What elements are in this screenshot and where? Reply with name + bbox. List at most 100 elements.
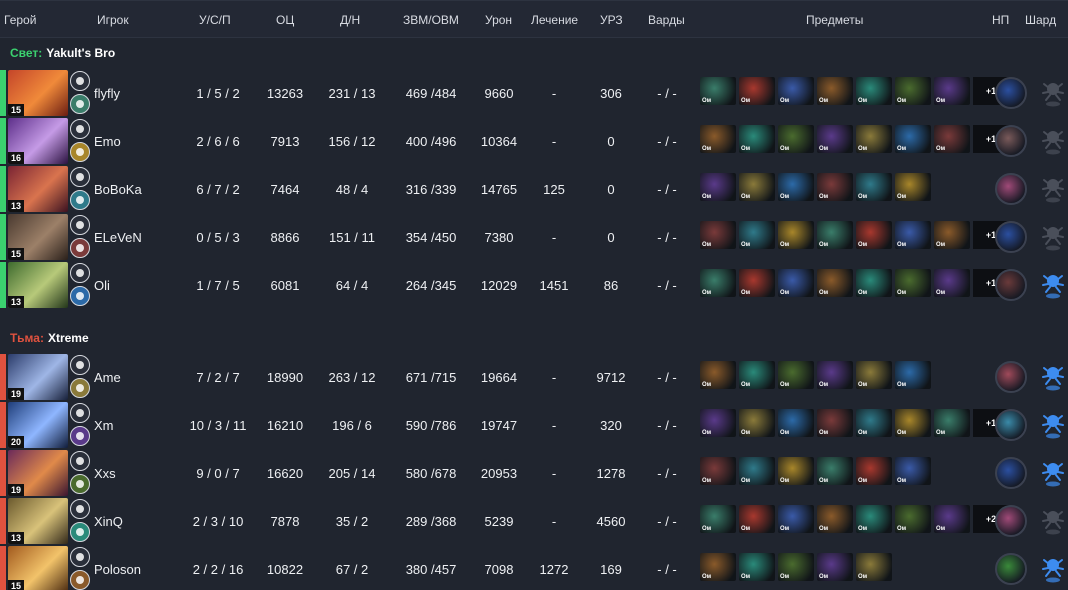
item-icon[interactable] bbox=[739, 361, 775, 389]
item-icon[interactable] bbox=[817, 125, 853, 153]
hero-portrait[interactable]: 13 bbox=[8, 262, 68, 308]
talent-icon[interactable] bbox=[70, 238, 90, 258]
item-icon[interactable] bbox=[739, 221, 775, 249]
player-name[interactable]: ELeVeN bbox=[94, 230, 142, 245]
aghanims-shard-icon[interactable] bbox=[1040, 174, 1066, 204]
aghanims-shard-icon[interactable] bbox=[1040, 222, 1066, 252]
item-icon[interactable] bbox=[700, 269, 736, 297]
item-icon[interactable] bbox=[739, 269, 775, 297]
item-icon[interactable] bbox=[817, 409, 853, 437]
item-icon[interactable] bbox=[739, 125, 775, 153]
item-icon[interactable] bbox=[739, 505, 775, 533]
col-heal[interactable]: Лечение bbox=[531, 13, 578, 27]
neutral-item-icon[interactable] bbox=[995, 125, 1027, 157]
facet-icon[interactable] bbox=[70, 451, 90, 471]
hero-portrait[interactable]: 19 bbox=[8, 450, 68, 496]
player-name[interactable]: XinQ bbox=[94, 514, 123, 529]
hero-portrait[interactable]: 15 bbox=[8, 70, 68, 116]
item-icon[interactable] bbox=[778, 125, 814, 153]
item-icon[interactable] bbox=[856, 125, 892, 153]
table-row[interactable]: 19 Xxs 9 / 0 / 7 16620 205 / 14 580 /678… bbox=[0, 450, 1068, 496]
talent-icon[interactable] bbox=[70, 378, 90, 398]
hero-portrait[interactable]: 16 bbox=[8, 118, 68, 164]
aghanims-shard-icon[interactable] bbox=[1040, 270, 1066, 300]
item-icon[interactable] bbox=[895, 173, 931, 201]
neutral-item-icon[interactable] bbox=[995, 457, 1027, 489]
col-player[interactable]: Игрок bbox=[97, 13, 129, 27]
player-name[interactable]: Xm bbox=[94, 418, 114, 433]
item-icon[interactable] bbox=[739, 173, 775, 201]
item-icon[interactable] bbox=[817, 361, 853, 389]
item-icon[interactable] bbox=[778, 409, 814, 437]
aghanims-shard-icon[interactable] bbox=[1040, 410, 1066, 440]
facet-icon[interactable] bbox=[70, 263, 90, 283]
item-icon[interactable] bbox=[934, 505, 970, 533]
aghanims-shard-icon[interactable] bbox=[1040, 554, 1066, 584]
item-icon[interactable] bbox=[856, 173, 892, 201]
item-icon[interactable] bbox=[700, 125, 736, 153]
aghanims-shard-icon[interactable] bbox=[1040, 506, 1066, 536]
hero-portrait[interactable]: 15 bbox=[8, 546, 68, 590]
item-icon[interactable] bbox=[739, 77, 775, 105]
hero-portrait[interactable]: 13 bbox=[8, 166, 68, 212]
talent-icon[interactable] bbox=[70, 94, 90, 114]
table-row[interactable]: 20 Xm 10 / 3 / 11 16210 196 / 6 590 /786… bbox=[0, 402, 1068, 448]
col-lh-dn[interactable]: Д/Н bbox=[340, 13, 360, 27]
hero-portrait[interactable]: 15 bbox=[8, 214, 68, 260]
col-damage[interactable]: Урон bbox=[485, 13, 512, 27]
item-icon[interactable] bbox=[739, 553, 775, 581]
table-row[interactable]: 13 BoBoKa 6 / 7 / 2 7464 48 / 4 316 /339… bbox=[0, 166, 1068, 212]
facet-icon[interactable] bbox=[70, 167, 90, 187]
facet-icon[interactable] bbox=[70, 71, 90, 91]
dire-team-name[interactable]: Xtreme bbox=[48, 331, 89, 345]
item-icon[interactable] bbox=[934, 221, 970, 249]
radiant-team-name[interactable]: Yakult's Bro bbox=[46, 46, 115, 60]
item-icon[interactable] bbox=[778, 269, 814, 297]
talent-icon[interactable] bbox=[70, 522, 90, 542]
talent-icon[interactable] bbox=[70, 570, 90, 590]
player-name[interactable]: Xxs bbox=[94, 466, 116, 481]
facet-icon[interactable] bbox=[70, 499, 90, 519]
table-row[interactable]: 13 Oli 1 / 7 / 5 6081 64 / 4 264 /345 12… bbox=[0, 262, 1068, 308]
item-icon[interactable] bbox=[934, 77, 970, 105]
item-icon[interactable] bbox=[700, 505, 736, 533]
player-name[interactable]: flyfly bbox=[94, 86, 120, 101]
talent-icon[interactable] bbox=[70, 190, 90, 210]
talent-icon[interactable] bbox=[70, 426, 90, 446]
facet-icon[interactable] bbox=[70, 547, 90, 567]
table-row[interactable]: 19 Ame 7 / 2 / 7 18990 263 / 12 671 /715… bbox=[0, 354, 1068, 400]
item-icon[interactable] bbox=[817, 221, 853, 249]
item-icon[interactable] bbox=[895, 457, 931, 485]
player-name[interactable]: Oli bbox=[94, 278, 110, 293]
item-icon[interactable] bbox=[778, 457, 814, 485]
item-icon[interactable] bbox=[778, 221, 814, 249]
neutral-item-icon[interactable] bbox=[995, 361, 1027, 393]
player-name[interactable]: Ame bbox=[94, 370, 121, 385]
col-building[interactable]: УРЗ bbox=[600, 13, 623, 27]
neutral-item-icon[interactable] bbox=[995, 505, 1027, 537]
item-icon[interactable] bbox=[856, 361, 892, 389]
neutral-item-icon[interactable] bbox=[995, 221, 1027, 253]
item-icon[interactable] bbox=[739, 457, 775, 485]
player-name[interactable]: Poloson bbox=[94, 562, 141, 577]
item-icon[interactable] bbox=[778, 173, 814, 201]
aghanims-shard-icon[interactable] bbox=[1040, 458, 1066, 488]
player-name[interactable]: BoBoKa bbox=[94, 182, 142, 197]
item-icon[interactable] bbox=[817, 553, 853, 581]
table-row[interactable]: 15 ELeVeN 0 / 5 / 3 8866 151 / 11 354 /4… bbox=[0, 214, 1068, 260]
col-wards[interactable]: Варды bbox=[648, 13, 685, 27]
facet-icon[interactable] bbox=[70, 355, 90, 375]
neutral-item-icon[interactable] bbox=[995, 77, 1027, 109]
item-icon[interactable] bbox=[934, 125, 970, 153]
item-icon[interactable] bbox=[895, 269, 931, 297]
item-icon[interactable] bbox=[856, 457, 892, 485]
item-icon[interactable] bbox=[778, 77, 814, 105]
aghanims-shard-icon[interactable] bbox=[1040, 362, 1066, 392]
item-icon[interactable] bbox=[934, 409, 970, 437]
item-icon[interactable] bbox=[817, 457, 853, 485]
col-kda[interactable]: У/С/П bbox=[199, 13, 231, 27]
hero-portrait[interactable]: 19 bbox=[8, 354, 68, 400]
item-icon[interactable] bbox=[739, 409, 775, 437]
item-icon[interactable] bbox=[856, 269, 892, 297]
item-icon[interactable] bbox=[856, 553, 892, 581]
